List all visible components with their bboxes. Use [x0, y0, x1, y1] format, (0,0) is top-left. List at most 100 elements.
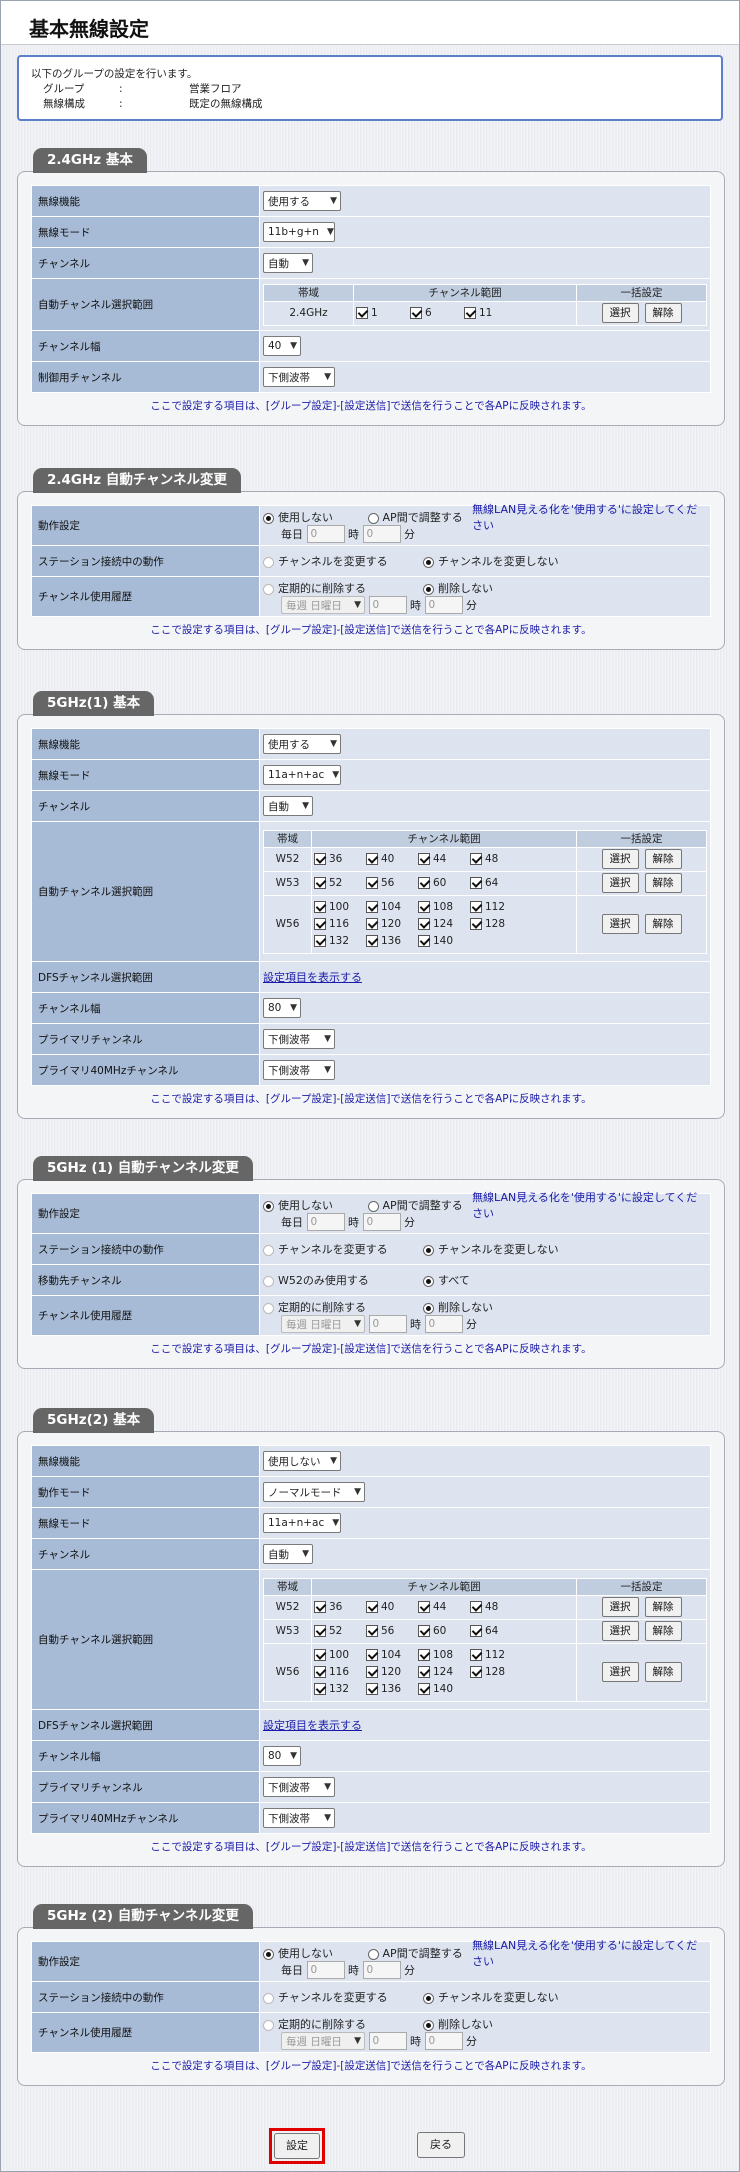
channel-checkbox[interactable] — [470, 1600, 482, 1613]
channel-checkbox[interactable] — [418, 1624, 430, 1637]
select-all-button[interactable]: 選択 — [601, 1621, 639, 1641]
op-adjust-radio[interactable] — [367, 1200, 379, 1212]
hour-input[interactable]: 0 — [368, 1315, 407, 1333]
sta-keep-radio[interactable] — [423, 1992, 434, 2004]
channel-checkbox[interactable] — [366, 852, 378, 865]
mode-select[interactable]: 11b+g+n ▼ — [263, 222, 335, 242]
channel-select[interactable]: 自動 ▼ — [263, 253, 313, 273]
select-all-button[interactable]: 選択 — [601, 914, 639, 934]
width-select[interactable]: 80 ▼ — [263, 998, 301, 1018]
clear-all-button[interactable]: 解除 — [644, 1597, 682, 1617]
channel-checkbox[interactable] — [464, 306, 476, 319]
submit-button[interactable]: 設定 — [274, 2133, 320, 2159]
sta-change-radio[interactable] — [263, 1244, 274, 1256]
wireless-select[interactable]: 使用しない ▼ — [263, 1451, 341, 1471]
channel-checkbox[interactable] — [314, 852, 326, 865]
channel-checkbox[interactable] — [314, 1600, 326, 1613]
select-all-button[interactable]: 選択 — [601, 303, 639, 323]
channel-checkbox[interactable] — [418, 852, 430, 865]
show-settings-link[interactable]: 設定項目を表示する — [263, 1719, 362, 1732]
channel-checkbox[interactable] — [314, 1682, 326, 1695]
weekday-select[interactable]: 毎週 日曜日 ▼ — [281, 1315, 365, 1333]
hour-input[interactable]: 0 — [368, 596, 407, 614]
clear-all-button[interactable]: 解除 — [644, 1662, 682, 1682]
mode-select[interactable]: 11a+n+ac ▼ — [263, 765, 341, 785]
mode-select[interactable]: 11a+n+ac ▼ — [263, 1513, 341, 1533]
select-all-button[interactable]: 選択 — [601, 849, 639, 869]
op-adjust-radio[interactable] — [367, 512, 379, 524]
channel-checkbox[interactable] — [366, 1665, 378, 1678]
channel-checkbox[interactable] — [314, 1648, 326, 1661]
op-off-radio[interactable] — [263, 512, 274, 524]
channel-checkbox[interactable] — [366, 1624, 378, 1637]
weekday-select[interactable]: 毎週 日曜日 ▼ — [281, 596, 365, 614]
op-adjust-radio[interactable] — [367, 1948, 379, 1960]
channel-checkbox[interactable] — [314, 1665, 326, 1678]
channel-checkbox[interactable] — [418, 917, 430, 930]
channel-checkbox[interactable] — [470, 852, 482, 865]
channel-checkbox[interactable] — [366, 1682, 378, 1695]
channel-checkbox[interactable] — [410, 306, 422, 319]
show-settings-link[interactable]: 設定項目を表示する — [263, 971, 362, 984]
sta-keep-radio[interactable] — [423, 1244, 434, 1256]
channel-checkbox[interactable] — [418, 876, 430, 889]
op-off-radio[interactable] — [263, 1948, 274, 1960]
channel-checkbox[interactable] — [314, 1624, 326, 1637]
sta-change-radio[interactable] — [263, 556, 274, 568]
primary-select[interactable]: 下側波帯 ▼ — [263, 1029, 335, 1049]
clear-all-button[interactable]: 解除 — [644, 849, 682, 869]
channel-checkbox[interactable] — [314, 934, 326, 947]
channel-checkbox[interactable] — [366, 900, 378, 913]
channel-checkbox[interactable] — [314, 900, 326, 913]
sta-keep-radio[interactable] — [423, 556, 434, 568]
minute-input[interactable]: 0 — [424, 2032, 463, 2050]
channel-select[interactable]: 自動 ▼ — [263, 796, 313, 816]
minute-input[interactable]: 0 — [424, 1315, 463, 1333]
channel-checkbox[interactable] — [418, 1665, 430, 1678]
channel-checkbox[interactable] — [418, 900, 430, 913]
minute-input[interactable]: 0 — [362, 1213, 401, 1231]
hist-delete-radio[interactable] — [263, 1302, 274, 1314]
hour-input[interactable]: 0 — [306, 1213, 345, 1231]
channel-checkbox[interactable] — [356, 306, 368, 319]
op-off-radio[interactable] — [263, 1200, 274, 1212]
primary-select[interactable]: 下側波帯 ▼ — [263, 1777, 335, 1797]
dest-w52-radio[interactable] — [263, 1275, 274, 1287]
ctrl-channel-select[interactable]: 下側波帯 ▼ — [263, 367, 335, 387]
channel-checkbox[interactable] — [470, 1624, 482, 1637]
clear-all-button[interactable]: 解除 — [644, 873, 682, 893]
wireless-select[interactable]: 使用する ▼ — [263, 734, 341, 754]
channel-checkbox[interactable] — [470, 900, 482, 913]
opmode-select[interactable]: ノーマルモード ▼ — [263, 1482, 365, 1502]
sta-change-radio[interactable] — [263, 1992, 274, 2004]
channel-checkbox[interactable] — [366, 876, 378, 889]
channel-checkbox[interactable] — [470, 1665, 482, 1678]
primary40-select[interactable]: 下側波帯 ▼ — [263, 1060, 335, 1080]
channel-checkbox[interactable] — [314, 876, 326, 889]
channel-checkbox[interactable] — [366, 917, 378, 930]
hist-keep-radio[interactable] — [423, 2019, 434, 2031]
minute-input[interactable]: 0 — [424, 596, 463, 614]
wireless-select[interactable]: 使用する ▼ — [263, 191, 341, 211]
primary40-select[interactable]: 下側波帯 ▼ — [263, 1808, 335, 1828]
select-all-button[interactable]: 選択 — [601, 1597, 639, 1617]
width-select[interactable]: 40 ▼ — [263, 336, 301, 356]
channel-checkbox[interactable] — [418, 934, 430, 947]
channel-checkbox[interactable] — [314, 917, 326, 930]
channel-checkbox[interactable] — [366, 934, 378, 947]
select-all-button[interactable]: 選択 — [601, 1662, 639, 1682]
channel-select[interactable]: 自動 ▼ — [263, 1544, 313, 1564]
dest-all-radio[interactable] — [423, 1275, 434, 1287]
channel-checkbox[interactable] — [470, 876, 482, 889]
clear-all-button[interactable]: 解除 — [644, 303, 682, 323]
hour-input[interactable]: 0 — [306, 1961, 345, 1979]
hour-input[interactable]: 0 — [368, 2032, 407, 2050]
hour-input[interactable]: 0 — [306, 525, 345, 543]
back-button[interactable]: 戻る — [417, 2132, 465, 2158]
channel-checkbox[interactable] — [418, 1682, 430, 1695]
hist-keep-radio[interactable] — [423, 583, 434, 595]
channel-checkbox[interactable] — [418, 1600, 430, 1613]
channel-checkbox[interactable] — [470, 1648, 482, 1661]
hist-keep-radio[interactable] — [423, 1302, 434, 1314]
hist-delete-radio[interactable] — [263, 2019, 274, 2031]
